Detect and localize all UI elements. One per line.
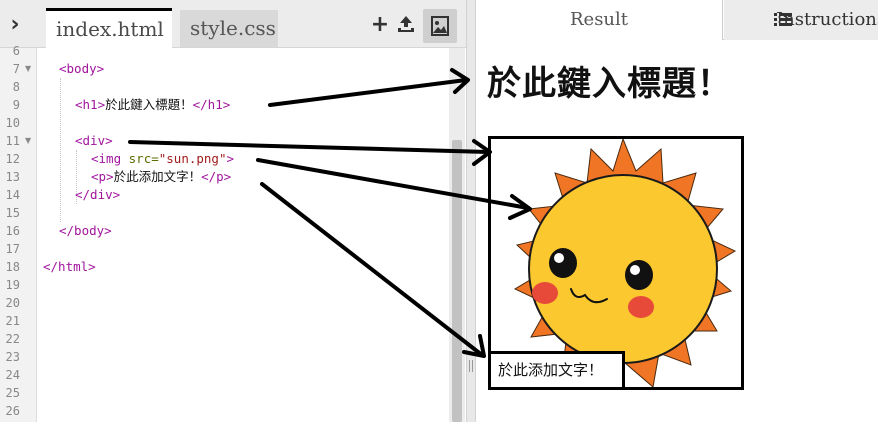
list-icon-row	[774, 13, 792, 16]
line-number: 7	[12, 62, 20, 76]
code-token-tag: </h1>	[192, 97, 231, 112]
line-number: 8	[12, 80, 20, 94]
code-area[interactable]: <body> <h1>於此鍵入標題！</h1> <div> <img src="…	[37, 48, 449, 422]
code-line: <h1>於此鍵入標題！</h1>	[75, 96, 230, 114]
tab-index-html[interactable]: index.html	[46, 8, 172, 49]
line-number: 23	[5, 350, 20, 364]
list-icon-row	[774, 18, 792, 21]
code-token-tag: </body>	[59, 223, 112, 238]
scrollbar-thumb[interactable]	[452, 140, 462, 422]
line-number: 11	[5, 134, 20, 148]
code-token-tag: <body>	[59, 61, 105, 76]
left-eye-shine	[554, 253, 564, 263]
tab-result[interactable]: Result	[476, 0, 723, 40]
code-token-tag: <p>	[91, 169, 114, 184]
code-line: <img src="sun.png">	[91, 150, 234, 168]
pane-splitter[interactable]	[466, 0, 476, 422]
right-eye-shine	[630, 265, 640, 275]
code-token-text: 於此鍵入標題！	[105, 97, 193, 112]
line-number: 21	[5, 314, 20, 328]
line-number-gutter: 6 7 ▼ 8 9 10 11 ▼ 12 13 14 15 16 17 18 1…	[0, 44, 37, 422]
indent-guide	[60, 78, 61, 222]
left-eye	[549, 248, 577, 278]
right-cheek	[628, 296, 654, 318]
line-number: 17	[5, 242, 20, 256]
fold-arrow-icon[interactable]: ▼	[25, 60, 33, 78]
line-number: 13	[5, 170, 20, 184]
code-token-string: "sun.png"	[158, 151, 227, 166]
code-line: </body>	[59, 222, 112, 240]
line-number: 9	[12, 98, 20, 112]
code-token-tag: <div>	[75, 133, 113, 148]
line-number: 15	[5, 206, 20, 220]
code-token-tag: </p>	[201, 169, 232, 184]
list-icon	[774, 12, 792, 28]
code-token-tag: </div>	[75, 187, 121, 202]
tab-style-css[interactable]: style.css	[180, 10, 278, 47]
code-token-tag: <h1>	[75, 97, 106, 112]
sun-image	[513, 139, 737, 387]
code-token-text: 於此添加文字！	[113, 169, 202, 184]
code-token-tag: <img	[91, 151, 129, 166]
list-icon-row	[774, 23, 792, 26]
preview-paragraph: 於此添加文字！	[488, 351, 625, 390]
line-number: 6	[12, 44, 20, 58]
preview-heading: 於此鍵入標題！	[487, 64, 732, 104]
splitter-grip-icon[interactable]	[469, 360, 473, 372]
right-eye	[625, 260, 653, 290]
line-number: 25	[5, 386, 20, 400]
line-number: 22	[5, 332, 20, 346]
upload-icon[interactable]	[395, 14, 417, 36]
image-icon-glyph	[431, 16, 449, 36]
result-tab-bar: Result Instructions	[476, 0, 878, 40]
code-line: <body>	[59, 60, 104, 78]
line-number: 20	[5, 296, 20, 310]
code-token-attr: src=	[128, 151, 159, 166]
left-cheek	[532, 282, 558, 304]
chevron-right-icon[interactable]: ›	[4, 12, 26, 38]
result-pane: Result Instructions 於此鍵入標題！ 於此添加文字！	[476, 0, 878, 422]
line-number: 14	[5, 188, 20, 202]
tab-instructions[interactable]: Instructions	[724, 0, 878, 40]
plus-icon[interactable]: +	[369, 14, 391, 36]
code-token-tag: >	[226, 151, 235, 166]
line-number: 16	[5, 224, 20, 238]
code-line: <div>	[75, 132, 113, 150]
line-number: 19	[5, 278, 20, 292]
fold-arrow-icon[interactable]: ▼	[25, 132, 33, 150]
upload-icon-glyph	[398, 16, 414, 32]
code-line: </div>	[75, 186, 120, 204]
code-line: <p>於此添加文字！</p>	[91, 168, 231, 186]
code-editor: › index.html style.css + 6 7 ▼ 8 9 10 11…	[0, 0, 466, 422]
line-number: 12	[5, 152, 20, 166]
code-token-tag: </html>	[43, 259, 96, 274]
code-line: </html>	[43, 258, 96, 276]
line-number: 26	[5, 404, 20, 418]
editor-toolbar: › index.html style.css +	[0, 0, 466, 49]
image-icon[interactable]	[423, 9, 457, 43]
line-number: 24	[5, 368, 20, 382]
line-number: 18	[5, 260, 20, 274]
line-number: 10	[5, 116, 20, 130]
